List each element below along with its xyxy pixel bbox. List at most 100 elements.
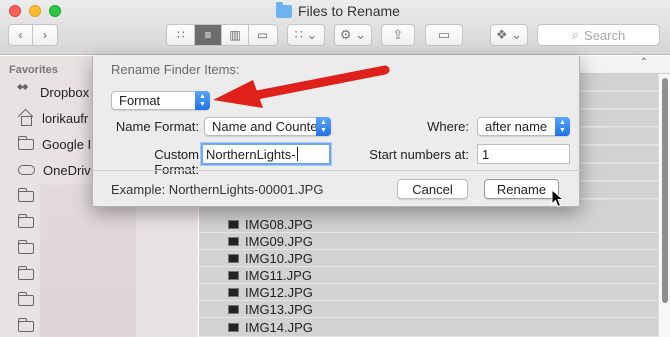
- sidebar-item-folder[interactable]: [18, 263, 34, 285]
- sidebar-item-folder[interactable]: [18, 315, 34, 337]
- folder-icon: [18, 213, 34, 228]
- folder-icon: [18, 291, 34, 306]
- image-thumbnail-icon: [228, 287, 239, 297]
- rename-dialog: Rename Finder Items: Format ▲ ▼ Name Form…: [92, 56, 581, 207]
- sidebar-item-label: OneDriv: [43, 162, 91, 178]
- folder-icon: [18, 265, 34, 280]
- sidebar-item-folder[interactable]: [18, 237, 34, 259]
- file-name: IMG09.JPG: [245, 233, 313, 249]
- custom-format-field[interactable]: NorthernLights-: [201, 143, 331, 165]
- image-thumbnail-icon: [228, 304, 239, 314]
- image-thumbnail-icon: [228, 219, 239, 229]
- share-icon: ⇪: [392, 27, 404, 42]
- window-title-text: Files to Rename: [298, 3, 400, 19]
- back-forward-buttons: ‹ ›: [8, 24, 58, 46]
- file-name: IMG14.JPG: [245, 319, 313, 335]
- sidebar-item-label: lorikaufr: [42, 110, 89, 126]
- sidebar-item-folder[interactable]: [18, 211, 34, 233]
- file-row[interactable]: IMG10.JPG: [199, 250, 659, 267]
- example-text: Example: NorthernLights-00001.JPG: [111, 182, 324, 197]
- sidebar-item-label: Dropbox: [40, 84, 90, 100]
- dialog-divider: [93, 170, 581, 171]
- custom-format-value: NorthernLights-: [206, 146, 296, 162]
- share-button[interactable]: ⇪: [381, 24, 415, 46]
- mouse-pointer-icon: [551, 189, 565, 208]
- rename-mode-value: Format: [119, 93, 161, 108]
- sidebar-item-label: Google I: [42, 136, 92, 152]
- file-row[interactable]: IMG09.JPG: [199, 233, 659, 250]
- image-thumbnail-icon: [228, 270, 239, 280]
- cancel-button[interactable]: Cancel: [397, 179, 468, 199]
- grid-icon: ∷ ⌄: [294, 27, 318, 42]
- file-row[interactable]: IMG08.JPG: [199, 216, 659, 233]
- chevron-updown-icon: ▲ ▼: [195, 91, 210, 110]
- zoom-window-button[interactable]: [49, 5, 61, 17]
- chevron-updown-icon: ▲ ▼: [316, 117, 331, 136]
- where-value: after name: [485, 119, 548, 134]
- window-title: Files to Rename: [276, 1, 400, 19]
- file-row[interactable]: IMG12.JPG: [199, 284, 659, 301]
- chevron-left-icon[interactable]: ‹: [9, 25, 33, 45]
- rename-button[interactable]: Rename: [484, 179, 559, 199]
- window-toolbar: Files to Rename ‹ › ∷ ≡ ▥ ▭ ∷ ⌄ ⚙ ⌄ ⇪ ▭ …: [0, 0, 670, 55]
- name-format-label: Name Format:: [115, 119, 199, 134]
- start-numbers-label: Start numbers at:: [369, 147, 469, 162]
- file-name: IMG08.JPG: [245, 216, 313, 232]
- tags-button[interactable]: ▭: [425, 24, 463, 46]
- scroll-thumb[interactable]: [662, 78, 668, 303]
- folder-icon: [18, 239, 34, 254]
- name-format-popup[interactable]: Name and Counter ▲ ▼: [204, 117, 331, 136]
- gear-icon: ⚙ ⌄: [339, 27, 367, 42]
- file-name: IMG12.JPG: [245, 284, 313, 300]
- dropbox-icon: ❖ ⌄: [495, 27, 523, 42]
- dropbox-icon: [17, 82, 32, 98]
- minimize-window-button[interactable]: [29, 5, 41, 17]
- start-numbers-field[interactable]: 1: [477, 144, 570, 164]
- folder-icon: [18, 317, 34, 332]
- custom-format-label: Custom Format:: [154, 147, 199, 177]
- folder-icon: [276, 1, 292, 18]
- sort-ascending-icon: ⌃: [639, 57, 648, 68]
- tag-icon: ▭: [437, 27, 451, 42]
- text-caret: [296, 147, 298, 161]
- file-name: IMG13.JPG: [245, 301, 313, 317]
- start-numbers-value: 1: [482, 146, 490, 162]
- sidebar-item-onedrive[interactable]: OneDriv: [18, 159, 91, 181]
- name-format-value: Name and Counter: [212, 119, 322, 134]
- image-thumbnail-icon: [228, 322, 239, 332]
- file-row[interactable]: IMG13.JPG: [199, 301, 659, 318]
- vertical-scrollbar[interactable]: [658, 74, 670, 337]
- list-view-icon[interactable]: ≡: [195, 25, 222, 45]
- close-window-button[interactable]: [9, 5, 21, 17]
- folder-icon: [18, 135, 34, 150]
- folder-icon: [18, 187, 34, 202]
- dialog-title: Rename Finder Items:: [111, 62, 240, 77]
- file-name: IMG11.JPG: [245, 267, 312, 283]
- file-row[interactable]: IMG14.JPG: [199, 318, 659, 337]
- image-thumbnail-icon: [228, 253, 239, 263]
- where-label: Where:: [427, 119, 469, 134]
- file-name: IMG10.JPG: [245, 250, 313, 266]
- chevron-right-icon[interactable]: ›: [33, 25, 57, 45]
- icon-view-icon[interactable]: ∷: [168, 25, 195, 45]
- sidebar-item-dropbox[interactable]: Dropbox: [17, 81, 90, 103]
- action-button[interactable]: ⚙ ⌄: [334, 24, 372, 46]
- home-icon: [18, 110, 34, 126]
- where-popup[interactable]: after name ▲ ▼: [477, 117, 570, 136]
- search-icon: ⌕: [571, 27, 580, 42]
- search-field[interactable]: ⌕ Search: [537, 24, 660, 46]
- dropbox-toolbar-button[interactable]: ❖ ⌄: [490, 24, 528, 46]
- view-mode-segmented: ∷ ≡ ▥ ▭: [166, 24, 278, 46]
- column-view-icon[interactable]: ▥: [222, 25, 249, 45]
- file-row[interactable]: IMG11.JPG: [199, 267, 659, 284]
- sidebar-item-folder[interactable]: [18, 289, 34, 311]
- arrange-button[interactable]: ∷ ⌄: [287, 24, 325, 46]
- sidebar-heading: Favorites: [9, 64, 58, 76]
- search-placeholder: Search: [584, 27, 626, 43]
- rename-mode-popup[interactable]: Format ▲ ▼: [111, 91, 210, 110]
- image-thumbnail-icon: [228, 236, 239, 246]
- sidebar-item-home[interactable]: lorikaufr: [18, 107, 88, 129]
- sidebar-item-google-drive[interactable]: Google I: [18, 133, 91, 155]
- gallery-view-icon[interactable]: ▭: [249, 25, 276, 45]
- sidebar-item-folder[interactable]: [18, 185, 34, 207]
